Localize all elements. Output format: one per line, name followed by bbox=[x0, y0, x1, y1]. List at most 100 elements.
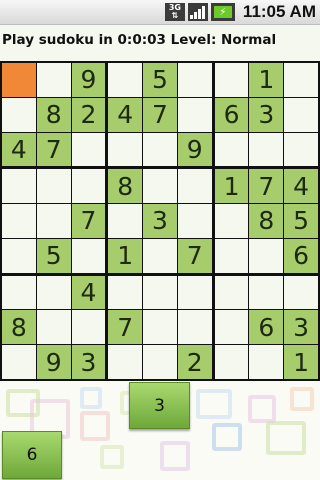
sudoku-cell-r7c6[interactable] bbox=[177, 275, 212, 310]
sudoku-cell-r1c5[interactable]: 5 bbox=[143, 63, 177, 97]
sudoku-cell-r5c6[interactable] bbox=[177, 204, 212, 238]
sudoku-cell-r1c6[interactable] bbox=[177, 63, 212, 97]
sudoku-cell-r3c8[interactable] bbox=[249, 132, 284, 167]
sudoku-cell-r6c6[interactable]: 7 bbox=[177, 238, 212, 273]
sudoku-cell-r4c8[interactable]: 7 bbox=[249, 169, 284, 204]
sudoku-cell-r6c4[interactable]: 1 bbox=[108, 238, 143, 273]
sudoku-cell-r9c7[interactable] bbox=[214, 345, 249, 379]
sudoku-cell-r1c1[interactable] bbox=[2, 63, 36, 97]
game-status-title: Play sudoku in 0:0:03 Level: Normal bbox=[2, 32, 277, 48]
sudoku-cell-r7c1[interactable] bbox=[2, 275, 36, 310]
sudoku-cell-r2c4[interactable]: 4 bbox=[108, 97, 143, 132]
sudoku-cell-r1c4[interactable] bbox=[108, 63, 143, 97]
sudoku-cell-r4c6[interactable] bbox=[177, 169, 212, 204]
status-time: 11:05 AM bbox=[242, 2, 316, 21]
sudoku-cell-r3c6[interactable]: 9 bbox=[177, 132, 212, 167]
3g-data-icon: 3G ⇅ bbox=[164, 3, 185, 21]
sudoku-cell-r8c8[interactable]: 6 bbox=[249, 310, 284, 345]
decorative-square bbox=[160, 441, 190, 471]
number-button-6[interactable]: 6 bbox=[2, 431, 62, 479]
sudoku-cell-r2c6[interactable] bbox=[177, 97, 212, 132]
data-arrows-glyph: ⇅ bbox=[171, 11, 179, 20]
sudoku-cell-r5c9[interactable]: 5 bbox=[284, 204, 318, 238]
sudoku-cell-r4c2[interactable] bbox=[36, 169, 71, 204]
decorative-square bbox=[290, 387, 314, 411]
sudoku-cell-r2c3[interactable]: 2 bbox=[71, 97, 106, 132]
decorative-square bbox=[100, 445, 124, 469]
sudoku-cell-r9c4[interactable] bbox=[108, 345, 143, 379]
sudoku-cell-r2c9[interactable] bbox=[284, 97, 318, 132]
sudoku-cell-r8c1[interactable]: 8 bbox=[2, 310, 36, 345]
decorative-square bbox=[248, 395, 276, 423]
sudoku-cell-r6c3[interactable] bbox=[71, 238, 106, 273]
sudoku-cell-r5c4[interactable] bbox=[108, 204, 143, 238]
sudoku-cell-r7c3[interactable]: 4 bbox=[71, 275, 106, 310]
sudoku-cell-r6c9[interactable]: 6 bbox=[284, 238, 318, 273]
sudoku-cell-r6c7[interactable] bbox=[214, 238, 249, 273]
sudoku-cell-r2c1[interactable] bbox=[2, 97, 36, 132]
sudoku-cell-r1c7[interactable] bbox=[214, 63, 249, 97]
signal-strength-icon bbox=[187, 3, 208, 21]
sudoku-cell-r7c9[interactable] bbox=[284, 275, 318, 310]
sudoku-cell-r3c2[interactable]: 7 bbox=[36, 132, 71, 167]
sudoku-cell-r2c7[interactable]: 6 bbox=[214, 97, 249, 132]
sudoku-cell-r9c2[interactable]: 9 bbox=[36, 345, 71, 379]
sudoku-cell-r8c5[interactable] bbox=[143, 310, 177, 345]
sudoku-cell-r4c5[interactable] bbox=[143, 169, 177, 204]
sudoku-cell-r4c7[interactable]: 1 bbox=[214, 169, 249, 204]
sudoku-cell-r7c7[interactable] bbox=[214, 275, 249, 310]
sudoku-cell-r8c9[interactable]: 3 bbox=[284, 310, 318, 345]
decorative-square bbox=[266, 421, 306, 455]
sudoku-cell-r3c4[interactable] bbox=[108, 132, 143, 167]
sudoku-cell-r3c5[interactable] bbox=[143, 132, 177, 167]
sudoku-cell-r6c8[interactable] bbox=[249, 238, 284, 273]
number-button-3[interactable]: 3 bbox=[129, 382, 190, 429]
sudoku-cell-r5c3[interactable]: 7 bbox=[71, 204, 106, 238]
sudoku-cell-r2c5[interactable]: 7 bbox=[143, 97, 177, 132]
sudoku-cell-r1c2[interactable] bbox=[36, 63, 71, 97]
sudoku-cell-r3c1[interactable]: 4 bbox=[2, 132, 36, 167]
sudoku-cell-r8c3[interactable] bbox=[71, 310, 106, 345]
sudoku-cell-r5c8[interactable]: 8 bbox=[249, 204, 284, 238]
sudoku-cell-r2c2[interactable]: 8 bbox=[36, 97, 71, 132]
sudoku-cell-r9c8[interactable] bbox=[249, 345, 284, 379]
sudoku-cell-r5c7[interactable] bbox=[214, 204, 249, 238]
sudoku-cell-r1c3[interactable]: 9 bbox=[71, 63, 106, 97]
sudoku-cell-r4c1[interactable] bbox=[2, 169, 36, 204]
sudoku-cell-r7c8[interactable] bbox=[249, 275, 284, 310]
sudoku-cell-r9c6[interactable]: 2 bbox=[177, 345, 212, 379]
sudoku-cell-r3c7[interactable] bbox=[214, 132, 249, 167]
decorative-square bbox=[196, 389, 232, 419]
sudoku-cell-r4c3[interactable] bbox=[71, 169, 106, 204]
sudoku-cell-r4c4[interactable]: 8 bbox=[108, 169, 143, 204]
sudoku-cell-r7c5[interactable] bbox=[143, 275, 177, 310]
sudoku-board: 951824763479817473855176487639321 bbox=[0, 61, 320, 381]
sudoku-cell-r6c2[interactable]: 5 bbox=[36, 238, 71, 273]
sudoku-cell-r8c7[interactable] bbox=[214, 310, 249, 345]
sudoku-cell-r9c1[interactable] bbox=[2, 345, 36, 379]
sudoku-cell-r3c9[interactable] bbox=[284, 132, 318, 167]
title-bar: Play sudoku in 0:0:03 Level: Normal bbox=[0, 25, 320, 61]
sudoku-cell-r8c2[interactable] bbox=[36, 310, 71, 345]
sudoku-cell-r3c3[interactable] bbox=[71, 132, 106, 167]
sudoku-cell-r9c5[interactable] bbox=[143, 345, 177, 379]
sudoku-cell-r7c2[interactable] bbox=[36, 275, 71, 310]
decorative-square bbox=[80, 387, 102, 409]
sudoku-cell-r5c2[interactable] bbox=[36, 204, 71, 238]
sudoku-cell-r1c9[interactable] bbox=[284, 63, 318, 97]
decorative-square bbox=[80, 411, 110, 441]
sudoku-cell-r8c4[interactable]: 7 bbox=[108, 310, 143, 345]
sudoku-cell-r9c9[interactable]: 1 bbox=[284, 345, 318, 379]
sudoku-cell-r6c5[interactable] bbox=[143, 238, 177, 273]
sudoku-cell-r2c8[interactable]: 3 bbox=[249, 97, 284, 132]
sudoku-cell-r5c1[interactable] bbox=[2, 204, 36, 238]
sudoku-cell-r6c1[interactable] bbox=[2, 238, 36, 273]
number-picker-area: 3 6 bbox=[0, 381, 320, 480]
sudoku-cell-r1c8[interactable]: 1 bbox=[249, 63, 284, 97]
sudoku-cell-r8c6[interactable] bbox=[177, 310, 212, 345]
sudoku-cell-r9c3[interactable]: 3 bbox=[71, 345, 106, 379]
sudoku-cell-r4c9[interactable]: 4 bbox=[284, 169, 318, 204]
sudoku-cell-r5c5[interactable]: 3 bbox=[143, 204, 177, 238]
sudoku-cell-r7c4[interactable] bbox=[108, 275, 143, 310]
decorative-square bbox=[212, 423, 242, 451]
